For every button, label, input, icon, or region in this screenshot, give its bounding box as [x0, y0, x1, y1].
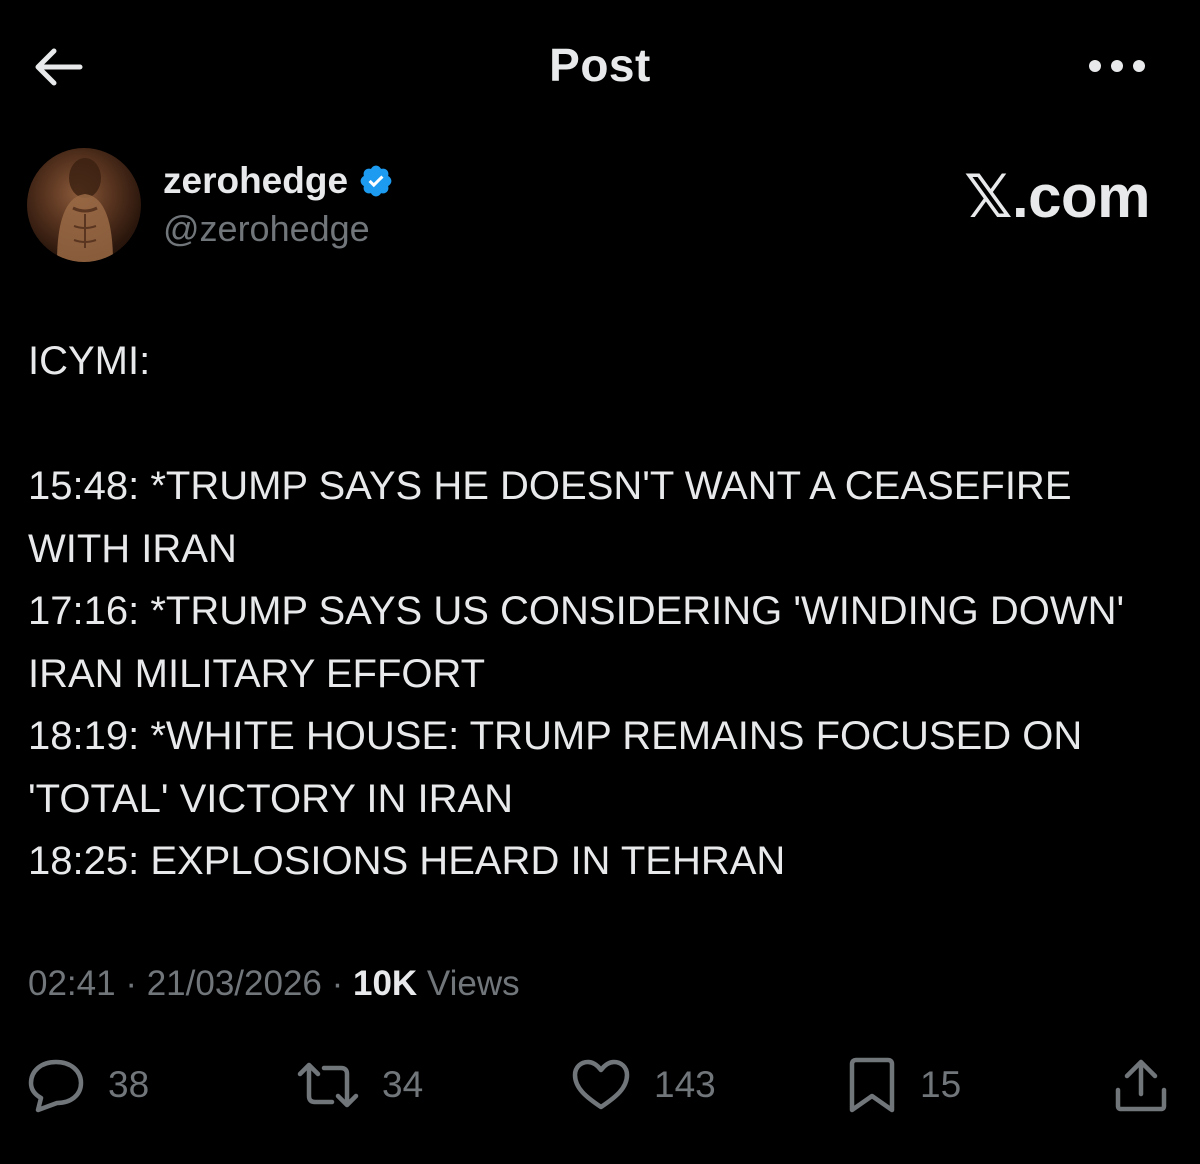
- like-button[interactable]: 143: [570, 1050, 716, 1120]
- post-author: zerohedge @zerohedge: [163, 158, 394, 250]
- x-com-watermark: 𝕏.com: [964, 163, 1150, 230]
- author-display-name[interactable]: zerohedge: [163, 160, 348, 202]
- bookmark-button[interactable]: 15: [846, 1050, 961, 1120]
- share-button[interactable]: [1112, 1050, 1170, 1120]
- repost-icon: [297, 1062, 359, 1108]
- bookmark-count: 15: [920, 1064, 962, 1105]
- views-label: Views: [417, 964, 520, 1003]
- post-date[interactable]: 21/03/2026: [147, 964, 322, 1003]
- bookmark-icon: [849, 1057, 895, 1113]
- reply-count: 38: [108, 1064, 150, 1105]
- post-metadata: 02:41 · 21/03/2026 · 10K Views: [28, 964, 520, 1004]
- more-options-button[interactable]: [1082, 48, 1152, 84]
- post-time[interactable]: 02:41: [28, 964, 116, 1003]
- meta-separator: ·: [115, 964, 147, 1003]
- heart-icon: [572, 1059, 630, 1110]
- top-bar: Post: [0, 0, 1200, 135]
- post-text: ICYMI: 15:48: *TRUMP SAYS HE DOESN'T WAN…: [28, 339, 1125, 883]
- repost-button[interactable]: 34: [296, 1050, 423, 1120]
- like-count: 143: [654, 1064, 716, 1105]
- author-handle[interactable]: @zerohedge: [163, 208, 394, 250]
- avatar-image: [57, 158, 113, 262]
- share-icon: [1115, 1059, 1167, 1112]
- reply-button[interactable]: 38: [26, 1050, 149, 1120]
- verified-badge-icon[interactable]: [358, 163, 394, 199]
- avatar[interactable]: [27, 148, 141, 262]
- more-horizontal-icon: [1089, 60, 1145, 72]
- views-count[interactable]: 10K: [353, 964, 417, 1003]
- reply-icon: [28, 1059, 84, 1113]
- meta-separator: ·: [321, 964, 353, 1003]
- action-bar: 38 34 143 15: [0, 1050, 1200, 1120]
- page-title: Post: [549, 39, 651, 91]
- repost-count: 34: [382, 1064, 424, 1105]
